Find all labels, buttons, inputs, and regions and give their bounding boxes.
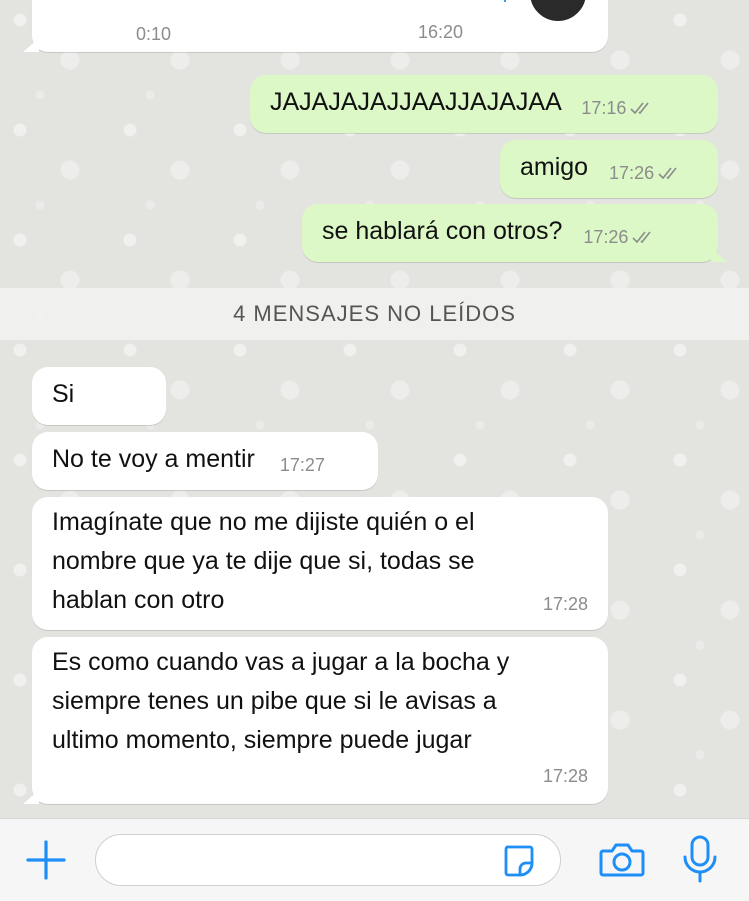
outgoing-message[interactable]: amigo 17:26 xyxy=(500,140,718,198)
outgoing-message[interactable]: se hablará con otros? 17:26 xyxy=(302,204,727,262)
message-time: 17:27 xyxy=(279,455,325,475)
message-line: hablan con otro xyxy=(52,586,225,614)
message-line: siempre tenes un pibe que si le avisas a xyxy=(52,687,497,715)
incoming-message[interactable]: Si 17:27 xyxy=(32,367,166,449)
incoming-message[interactable]: No te voy a mentir 17:27 xyxy=(32,432,378,490)
message-text: JAJAJAJAJJAAJJAJAJAA xyxy=(270,88,561,116)
message-text: se hablará con otros? xyxy=(322,217,563,245)
message-input-field[interactable] xyxy=(95,834,561,886)
incoming-message[interactable]: Es como cuando vas a jugar a la bocha y … xyxy=(23,637,608,804)
microphone-status-icon xyxy=(494,0,516,9)
composer-bar xyxy=(0,818,749,901)
read-ticks-icon xyxy=(632,231,652,244)
message-text: No te voy a mentir xyxy=(52,445,255,473)
sticker-icon[interactable] xyxy=(500,843,536,884)
message-time: 17:16 xyxy=(581,89,656,128)
unread-messages-banner: 4 MENSAJES NO LEÍDOS xyxy=(0,288,749,340)
read-ticks-icon xyxy=(658,167,677,180)
message-time: 17:26 xyxy=(609,154,684,193)
message-time: 17:28 xyxy=(542,766,588,786)
outgoing-message[interactable]: JAJAJAJAJJAAJJAJAJAA 17:16 xyxy=(250,75,718,133)
voice-message-bubble[interactable]: 0:10 16:20 xyxy=(23,0,608,52)
voice-duration: 0:10 xyxy=(136,24,172,44)
message-line: Imagínate que no me dijiste quién o el xyxy=(52,508,475,536)
message-line: ultimo momento, siempre puede jugar xyxy=(52,726,472,754)
incoming-message[interactable]: Imagínate que no me dijiste quién o el n… xyxy=(32,497,608,630)
chat-area[interactable]: 0:10 16:20 JAJAJAJAJJAAJJAJAJAA 17:16 am… xyxy=(0,0,749,818)
avatar xyxy=(527,0,589,24)
message-text: amigo xyxy=(520,153,589,181)
message-time: 17:26 xyxy=(583,218,658,257)
read-ticks-icon xyxy=(630,102,649,115)
message-time: 17:28 xyxy=(542,594,588,614)
message-line: Es como cuando vas a jugar a la bocha y xyxy=(52,648,510,676)
voice-time: 16:20 xyxy=(418,22,464,42)
message-text: Si xyxy=(52,380,75,408)
message-input[interactable] xyxy=(114,843,498,879)
message-line: nombre que ya te dije que si, todas se xyxy=(52,547,475,575)
microphone-icon[interactable] xyxy=(680,835,720,888)
plus-icon[interactable] xyxy=(26,840,66,885)
camera-icon[interactable] xyxy=(599,841,645,884)
